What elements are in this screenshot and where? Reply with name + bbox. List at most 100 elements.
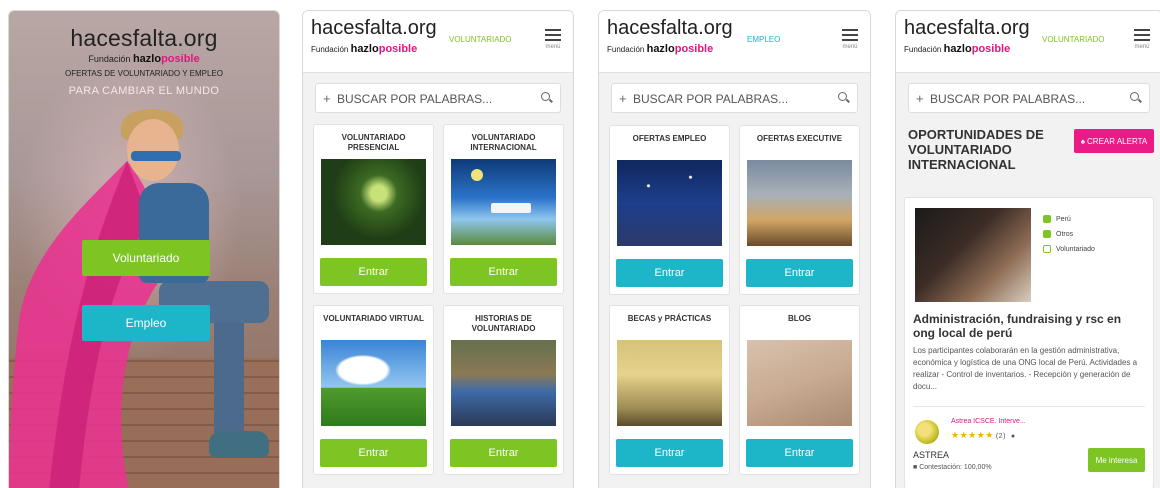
hamburger-icon-line bbox=[1134, 34, 1150, 36]
category-tag-text: Otros bbox=[1056, 231, 1074, 238]
header: hacesfalta.org Fundación hazloposible EM… bbox=[599, 11, 870, 73]
foundation-logo-part1: hazlo bbox=[132, 53, 162, 65]
search-icon[interactable] bbox=[838, 92, 847, 101]
search-input[interactable]: + BUSCAR POR PALABRAS... bbox=[315, 83, 561, 113]
enter-button[interactable]: Entrar bbox=[746, 259, 853, 287]
foundation-logo: hazloposible bbox=[647, 43, 714, 55]
menu-button[interactable]: menú bbox=[545, 29, 561, 50]
brand-name: hacesfalta.org bbox=[70, 25, 218, 51]
search-input[interactable]: + BUSCAR POR PALABRAS... bbox=[611, 83, 858, 113]
header: hacesfalta.org Fundación hazloposible VO… bbox=[303, 11, 573, 73]
offer-description: Los participantes colaborarán en la gest… bbox=[913, 346, 1138, 391]
foundation-line: Fundación hazloposible bbox=[607, 43, 713, 55]
organization-logo-text: ASTREA bbox=[913, 450, 950, 460]
card-title: BLOG bbox=[787, 314, 812, 323]
menu-label: menú bbox=[1134, 44, 1150, 50]
app-screenshots: hacesfalta.org Fundación hazloposible OF… bbox=[0, 0, 1160, 488]
search-input[interactable]: + BUSCAR POR PALABRAS... bbox=[908, 83, 1150, 113]
jumping-businessman-image bbox=[747, 160, 852, 246]
empleo-screen: hacesfalta.org Fundación hazloposible EM… bbox=[598, 10, 871, 488]
menu-label: menú bbox=[545, 44, 561, 50]
card-ofertas-empleo: OFERTAS EMPLEO Entrar bbox=[609, 125, 730, 295]
coin-stack-image bbox=[617, 340, 722, 426]
plus-icon: + bbox=[619, 91, 627, 106]
category-tag: Otros bbox=[1043, 227, 1095, 242]
enter-button[interactable]: Entrar bbox=[616, 439, 723, 467]
card-title: VOLUNTARIADO INTERNACIONAL bbox=[470, 133, 537, 152]
child-leg bbox=[214, 311, 244, 436]
hamburger-icon bbox=[545, 29, 561, 31]
menu-button[interactable]: menú bbox=[842, 29, 858, 50]
card-historias-voluntariado: HISTORIAS DE VOLUNTARIADO Entrar bbox=[443, 305, 564, 475]
enter-button[interactable]: Entrar bbox=[320, 439, 427, 467]
offer-title[interactable]: Administración, fundraising y rsc en ong… bbox=[913, 312, 1145, 340]
foundation-logo-part2: posible bbox=[674, 43, 714, 55]
section-label: VOLUNTARIADO bbox=[1042, 35, 1105, 44]
chat-icon: ■ bbox=[913, 464, 918, 471]
search-icon[interactable] bbox=[1130, 92, 1139, 101]
info-icon[interactable]: ● bbox=[1011, 433, 1016, 440]
blog-letters-image bbox=[747, 340, 852, 426]
foundation-logo-part2: posible bbox=[378, 43, 418, 55]
me-interesa-button[interactable]: Me interesa bbox=[1088, 448, 1145, 472]
hamburger-icon-line bbox=[1134, 39, 1150, 41]
location-tag: Perú bbox=[1043, 212, 1095, 227]
enter-button[interactable]: Entrar bbox=[450, 258, 557, 286]
organization-logo bbox=[915, 420, 939, 444]
foundation-label: Fundación bbox=[88, 54, 131, 64]
enter-button[interactable]: Entrar bbox=[450, 439, 557, 467]
menu-button[interactable]: menú bbox=[1134, 29, 1150, 50]
forest-path-image bbox=[321, 159, 426, 245]
splash-subtitle: OFERTAS DE VOLUNTARIADO Y EMPLEO bbox=[65, 69, 223, 78]
cloud-laptop-image bbox=[321, 340, 426, 426]
search-placeholder: BUSCAR POR PALABRAS... bbox=[337, 92, 493, 106]
section-label: VOLUNTARIADO bbox=[449, 35, 512, 44]
card-title: BECAS y PRÁCTICAS bbox=[627, 314, 712, 323]
enter-button[interactable]: Entrar bbox=[746, 439, 853, 467]
tag-icon bbox=[1043, 230, 1051, 239]
card-voluntariado-internacional: VOLUNTARIADO INTERNACIONAL Entrar bbox=[443, 124, 564, 294]
card-ofertas-executive: OFERTAS EXECUTIVE Entrar bbox=[739, 125, 860, 295]
foundation-logo-part1: hazlo bbox=[943, 43, 972, 55]
voluntariado-screen: hacesfalta.org Fundación hazloposible VO… bbox=[302, 10, 574, 488]
night-sky-image bbox=[617, 160, 722, 246]
card-voluntariado-presencial: VOLUNTARIADO PRESENCIAL Entrar bbox=[313, 124, 434, 294]
card-blog: BLOG Entrar bbox=[739, 305, 860, 475]
child-shoe bbox=[209, 431, 269, 457]
foundation-logo-part1: hazlo bbox=[646, 43, 675, 55]
hamburger-icon-line bbox=[842, 39, 858, 41]
offer-card[interactable]: Perú Otros Voluntariado Administración, … bbox=[904, 197, 1154, 488]
response-rate-text: Contestación: 100,00% bbox=[919, 464, 992, 471]
search-icon[interactable] bbox=[541, 92, 550, 101]
voluntariado-internacional-screen: hacesfalta.org Fundación hazloposible VO… bbox=[895, 10, 1160, 488]
card-title: OFERTAS EMPLEO bbox=[632, 134, 707, 143]
foundation-logo-part1: hazlo bbox=[350, 43, 379, 55]
header: hacesfalta.org Fundación hazloposible VO… bbox=[896, 11, 1160, 73]
child-mask bbox=[131, 151, 181, 161]
search-placeholder: BUSCAR POR PALABRAS... bbox=[633, 92, 789, 106]
type-tag-text: Voluntariado bbox=[1056, 246, 1095, 253]
enter-button[interactable]: Entrar bbox=[320, 258, 427, 286]
brand-name[interactable]: hacesfalta.org bbox=[607, 17, 733, 40]
empleo-button[interactable]: Empleo bbox=[82, 305, 210, 341]
divider bbox=[913, 406, 1145, 407]
brand-name[interactable]: hacesfalta.org bbox=[904, 17, 1030, 40]
foundation-label: Fundación bbox=[311, 45, 349, 54]
card-title: OFERTAS EXECUTIVE bbox=[756, 134, 843, 143]
splash-screen: hacesfalta.org Fundación hazloposible OF… bbox=[8, 10, 280, 488]
response-rate: ■ Contestación: 100,00% bbox=[913, 464, 992, 471]
rating-count: (2) bbox=[995, 433, 1006, 440]
foundation-logo: hazloposible bbox=[944, 43, 1011, 55]
voluntariado-button[interactable]: Voluntariado bbox=[82, 240, 210, 276]
hand-icon bbox=[1043, 245, 1051, 254]
rating: ★★★★★ (2) ● bbox=[951, 430, 1016, 441]
hamburger-icon-line bbox=[545, 34, 561, 36]
offer-tags: Perú Otros Voluntariado bbox=[1043, 212, 1095, 257]
children-group-image bbox=[451, 340, 556, 426]
child-face bbox=[127, 119, 179, 181]
enter-button[interactable]: Entrar bbox=[616, 259, 723, 287]
organization-name[interactable]: Astrea ICSCE. Interve... bbox=[951, 418, 1026, 425]
brand-name[interactable]: hacesfalta.org bbox=[311, 17, 437, 40]
create-alert-button[interactable]: ♠ CREAR ALERTA bbox=[1074, 129, 1154, 153]
star-rating-icon: ★★★★★ bbox=[951, 430, 994, 440]
